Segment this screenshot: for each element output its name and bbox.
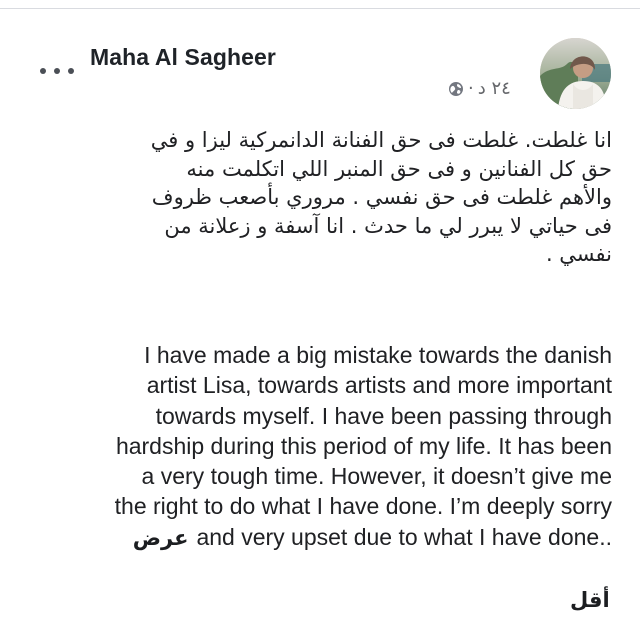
arabic-line: فى حياتي لا يبرر لي ما حدث . انا آسفة و …	[164, 213, 612, 238]
arabic-line: نفسي .	[545, 242, 612, 266]
english-post-text: I have made a big mistake towards the da…	[24, 340, 612, 553]
more-options-icon	[40, 68, 46, 74]
see-more-link[interactable]: عرض	[133, 523, 189, 553]
arabic-post-text: انا غلطت. غلطت فى حق الفنانة الدانمركية …	[24, 126, 612, 269]
more-options-button[interactable]	[40, 64, 74, 78]
english-line: a very tough time. However, it doesn’t g…	[141, 463, 612, 490]
post-meta: · ٢٤ د	[448, 78, 511, 99]
more-options-icon	[54, 68, 60, 74]
avatar[interactable]	[540, 38, 611, 109]
english-last-line: عرض and very upset due to what I have do…	[24, 522, 612, 553]
english-line: hardship during this period of my life. …	[115, 432, 612, 459]
author-name[interactable]: Maha Al Sagheer	[90, 44, 276, 71]
more-options-icon	[68, 68, 74, 74]
english-line: I have made a big mistake towards the da…	[144, 342, 612, 368]
english-line: the right to do what I have done. I’m de…	[114, 493, 612, 520]
post-time[interactable]: ٢٤ د	[478, 78, 511, 99]
post-header: Maha Al Sagheer · ٢٤ د	[0, 28, 640, 112]
see-less-link[interactable]: أقل	[570, 588, 610, 612]
meta-separator: ·	[468, 78, 474, 99]
arabic-line: حق كل الفنانين و فى حق المنبر اللي اتكلم…	[186, 156, 612, 181]
avatar-image	[540, 38, 611, 109]
arabic-line: انا غلطت. غلطت فى حق الفنانة الدانمركية …	[150, 128, 612, 152]
english-line: and very upset due to what I have done..	[196, 523, 612, 550]
english-line: towards myself. I have been passing thro…	[155, 402, 612, 429]
top-divider	[0, 8, 640, 9]
globe-icon[interactable]	[448, 81, 464, 97]
english-line: artist Lisa, towards artists and more im…	[146, 372, 612, 399]
arabic-line: والأهم غلطت فى حق نفسي . مروري بأصعب ظرو…	[151, 185, 612, 209]
